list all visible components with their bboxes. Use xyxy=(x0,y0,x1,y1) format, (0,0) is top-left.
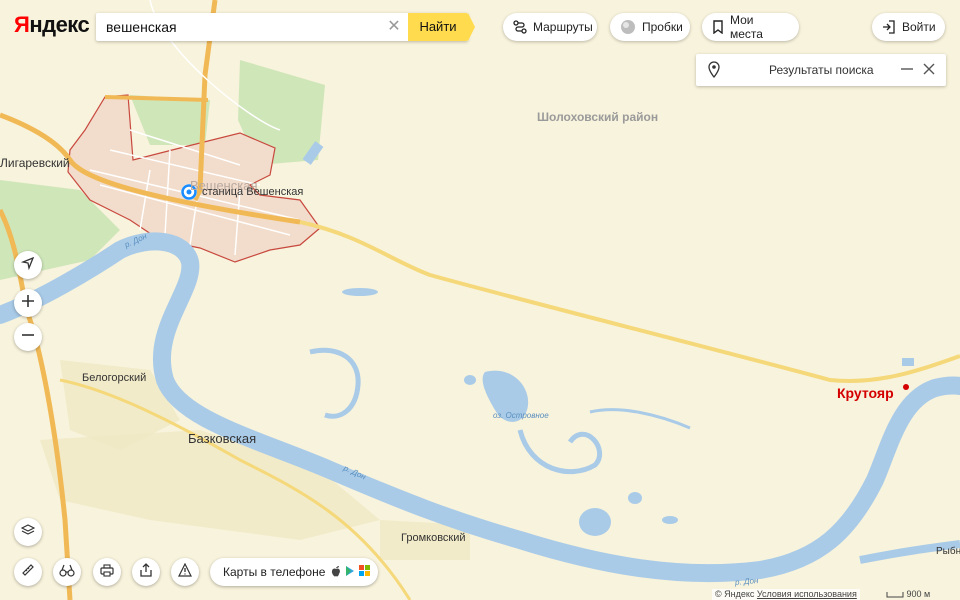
routes-label: Маршруты xyxy=(533,20,593,34)
find-button-arrow xyxy=(468,13,475,41)
search-results-title: Результаты поиска xyxy=(769,63,874,77)
apple-icon xyxy=(331,565,341,580)
search-box: ✕ Найти xyxy=(96,13,475,41)
pond-2 xyxy=(902,358,914,366)
login-button[interactable]: Войти xyxy=(872,13,945,41)
windows-icon xyxy=(359,565,371,579)
bazkovskaya-label: Базковская xyxy=(188,431,257,446)
scale-label: 900 м xyxy=(906,589,931,599)
minimize-icon[interactable] xyxy=(900,62,914,76)
layers-icon xyxy=(20,523,36,542)
route-icon xyxy=(513,20,527,34)
my-places-label: Мои места xyxy=(730,13,763,41)
scale-line-icon xyxy=(886,591,904,598)
traffic-button[interactable]: Пробки xyxy=(610,13,690,41)
lake-small-2 xyxy=(628,492,642,504)
ruler-icon xyxy=(21,563,35,582)
search-results-panel: Результаты поиска xyxy=(696,54,946,86)
lake-small-1 xyxy=(579,508,611,536)
geolocation-button[interactable] xyxy=(14,251,42,279)
ruler-button[interactable] xyxy=(14,558,42,586)
location-arrow-icon xyxy=(20,256,35,275)
traffic-label: Пробки xyxy=(642,20,683,34)
krutoyar-label[interactable]: Крутояр xyxy=(837,385,894,401)
warning-icon xyxy=(178,562,192,582)
belogorsky-label: Белогорский xyxy=(82,372,147,384)
mobile-apps-label: Карты в телефоне xyxy=(223,565,326,579)
login-label: Войти xyxy=(902,20,936,34)
zoom-in-button[interactable] xyxy=(14,289,42,317)
yandex-logo[interactable]: Яндекс xyxy=(14,12,90,38)
lake-label: оз. Островное xyxy=(493,411,549,420)
bookmark-icon xyxy=(712,20,724,34)
logo-first-letter: Я xyxy=(14,12,30,37)
clear-search-icon[interactable]: ✕ xyxy=(384,17,404,37)
panorama-button[interactable] xyxy=(53,558,81,586)
ligarevsky-label: Лигаревский xyxy=(0,156,70,170)
printer-icon xyxy=(100,563,114,582)
location-pin-icon xyxy=(708,61,720,82)
report-error-button[interactable] xyxy=(171,558,199,586)
map-footer: © Яндекс Условия использования xyxy=(712,589,860,600)
my-places-button[interactable]: Мои места xyxy=(702,13,799,41)
terms-link[interactable]: Условия использования xyxy=(757,589,857,599)
binoculars-icon xyxy=(59,563,75,582)
lake-small-4 xyxy=(342,288,378,296)
minus-icon xyxy=(21,328,35,347)
rybny-label: Рыбн xyxy=(936,546,960,557)
scale-bar: 900 м xyxy=(886,589,930,599)
share-icon xyxy=(139,562,153,582)
close-icon[interactable] xyxy=(922,62,936,76)
gromkovsky-label: Громковский xyxy=(401,532,466,544)
zoom-out-button[interactable] xyxy=(14,323,42,351)
district-label: Шолоховский район xyxy=(537,110,659,124)
copyright-text: © Яндекс xyxy=(715,589,755,599)
search-input[interactable] xyxy=(96,13,396,41)
share-button[interactable] xyxy=(132,558,160,586)
login-icon xyxy=(882,20,896,34)
google-play-icon xyxy=(345,565,355,580)
map-canvas[interactable] xyxy=(0,0,960,600)
print-button[interactable] xyxy=(93,558,121,586)
plus-icon xyxy=(21,294,35,313)
krutoyar-marker[interactable] xyxy=(903,384,909,390)
logo-rest: ндекс xyxy=(29,12,90,37)
routes-button[interactable]: Маршруты xyxy=(503,13,597,41)
traffic-icon xyxy=(620,19,636,35)
station-label[interactable]: станица Вешенская xyxy=(202,186,303,198)
lake-small-3 xyxy=(464,375,476,385)
layers-button[interactable] xyxy=(14,518,42,546)
mobile-apps-button[interactable]: Карты в телефоне xyxy=(210,558,378,586)
lake-small-5 xyxy=(662,516,678,524)
find-button[interactable]: Найти xyxy=(408,13,468,41)
